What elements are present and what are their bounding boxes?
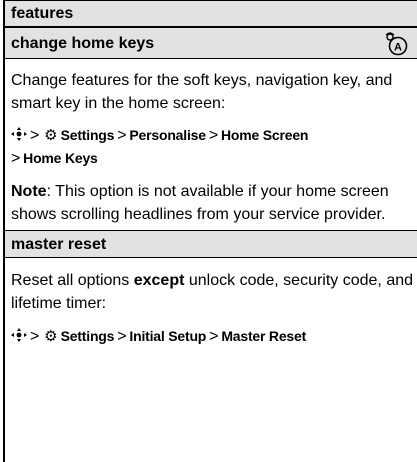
settings-icon: ⚙ <box>44 127 57 144</box>
path-step-home-screen: Home Screen <box>220 127 309 143</box>
path-step-master-reset: Master Reset <box>221 328 307 344</box>
network-feature-icon: A <box>385 32 409 56</box>
section-header: features <box>5 0 417 27</box>
path-step-initial-setup: Initial Setup <box>129 328 207 344</box>
navigation-key-icon <box>11 328 27 342</box>
note-text: : This option is not available if your h… <box>11 183 389 223</box>
feature-title-text: change home keys <box>11 35 155 52</box>
path-step-settings: Settings <box>60 328 115 344</box>
svg-text:A: A <box>394 42 402 54</box>
path-step-home-keys: Home Keys <box>23 150 98 166</box>
feature-title-change-home-keys: change home keys A <box>5 27 417 59</box>
change-home-keys-note: Note: This option is not available if yo… <box>5 180 417 226</box>
features-table: features change home keys A Change featu… <box>3 0 417 462</box>
note-label: Note <box>11 183 47 200</box>
master-reset-description: Reset all options except unlock code, se… <box>11 272 414 312</box>
path-step-settings: Settings <box>60 127 115 143</box>
master-reset-menu-path: > ⚙ Settings > Initial Setup > Master Reset <box>5 325 417 348</box>
change-home-keys-description: Change features for the soft keys, navig… <box>11 72 393 112</box>
feature-title-master-reset: master reset <box>5 230 417 258</box>
navigation-key-icon <box>11 127 27 141</box>
emphasis-except: except <box>133 272 185 289</box>
path-step-personalise: Personalise <box>129 127 206 143</box>
settings-icon: ⚙ <box>44 328 57 345</box>
change-home-keys-menu-path: > ⚙ Settings > Personalise > Home Screen > Home … <box>5 124 417 170</box>
